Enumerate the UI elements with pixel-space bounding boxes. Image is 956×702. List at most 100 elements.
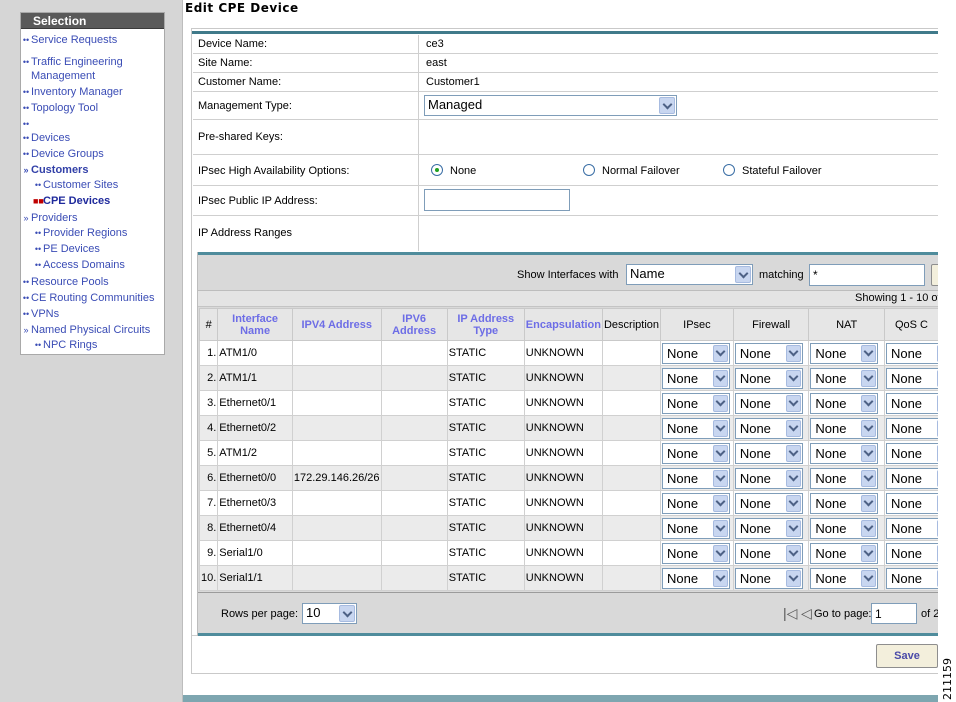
firewall-cell: None: [732, 565, 810, 591]
sidebar-item[interactable]: •• Provider Regions: [21, 226, 128, 240]
ipsec-select[interactable]: None: [662, 392, 731, 414]
nat-select[interactable]: None: [810, 492, 879, 514]
sidebar-item[interactable]: •• Customer Sites: [21, 178, 118, 192]
save-button[interactable]: Save: [876, 644, 938, 668]
nat-select[interactable]: None: [810, 342, 879, 364]
sidebar-item[interactable]: •• Inventory Manager: [21, 85, 123, 99]
col-encapsulation[interactable]: Encapsulation: [523, 308, 603, 341]
ipsec-public-ip-input[interactable]: [424, 189, 570, 211]
ipsec-select[interactable]: None: [662, 442, 731, 464]
description-cell: [601, 515, 662, 541]
nat-select[interactable]: None: [810, 517, 879, 539]
interfaces-panel: Show Interfaces with Name matching * Sho…: [197, 252, 956, 636]
qos-value: None: [890, 470, 923, 486]
sidebar-item[interactable]: •• Topology Tool: [21, 101, 98, 115]
management-type-select[interactable]: Managed: [424, 95, 677, 116]
firewall-select[interactable]: None: [734, 417, 803, 439]
firewall-select[interactable]: None: [734, 567, 803, 589]
radio-normal-failover[interactable]: [583, 164, 595, 176]
nat-value: None: [815, 345, 847, 361]
sidebar-item[interactable]: Management: [21, 69, 95, 83]
firewall-select[interactable]: None: [734, 392, 803, 414]
ipsec-select[interactable]: None: [662, 492, 731, 514]
bullet-icon: ••: [22, 103, 30, 113]
chevron-down-icon: [861, 544, 877, 562]
sidebar-item[interactable]: •• Traffic Engineering: [21, 55, 123, 69]
ipsec-select[interactable]: None: [662, 517, 731, 539]
nat-value: None: [815, 545, 847, 561]
sidebar-item[interactable]: ■■CPE Devices: [21, 194, 110, 208]
encapsulation-cell: UNKNOWN: [523, 440, 603, 466]
sidebar-item[interactable]: •• Access Domains: [21, 258, 125, 272]
sidebar-item[interactable]: » Customers: [21, 163, 88, 177]
table-row: 3. Ethernet0/1 STATIC UNKNOWN None None None No…: [198, 390, 956, 416]
sidebar-item[interactable]: •• Resource Pools: [21, 275, 109, 289]
firewall-select[interactable]: None: [734, 492, 803, 514]
expand-arrow-icon: »: [23, 213, 29, 223]
firewall-cell: None: [732, 490, 810, 516]
ipsec-select[interactable]: None: [662, 542, 731, 564]
bullet-icon: ••: [34, 244, 42, 254]
sidebar-item[interactable]: •• NPC Rings: [21, 338, 98, 352]
col-interface-name[interactable]: Interface Name: [217, 308, 293, 341]
nat-select[interactable]: None: [810, 417, 879, 439]
ipv6-address-cell: [380, 440, 448, 466]
first-page-icon[interactable]: |◁: [783, 605, 797, 622]
sidebar-item[interactable]: •• VPNs: [21, 307, 59, 321]
sidebar-item[interactable]: » Providers: [21, 211, 77, 225]
sidebar-item[interactable]: •• PE Devices: [21, 242, 100, 256]
sidebar-item[interactable]: » Named Physical Circuits: [21, 323, 150, 337]
sidebar-item[interactable]: •• Service Requests: [21, 33, 117, 47]
col-ip-type[interactable]: IP Address Type: [446, 308, 525, 341]
firewall-select[interactable]: None: [734, 542, 803, 564]
encapsulation-cell: UNKNOWN: [523, 390, 603, 416]
ipsec-value: None: [667, 520, 699, 536]
ipsec-ha-row: IPsec High Availability Options: None No…: [193, 155, 956, 186]
ipsec-select[interactable]: None: [662, 417, 731, 439]
sidebar-item-label: Named Physical Circuits: [31, 324, 151, 336]
sidebar-item[interactable]: •• Devices: [21, 131, 70, 145]
col-ipv4[interactable]: IPV4 Address: [291, 308, 382, 341]
device-name-value: ce3: [426, 38, 444, 50]
firewall-value: None: [739, 445, 771, 461]
nat-select[interactable]: None: [810, 567, 879, 589]
ipv4-address-cell: [291, 540, 382, 566]
firewall-select[interactable]: None: [734, 517, 803, 539]
nat-select[interactable]: None: [810, 467, 879, 489]
col-ipv6[interactable]: IPV6 Address: [380, 308, 448, 341]
ipv4-address-cell: [291, 565, 382, 591]
preshared-keys-row: Pre-shared Keys:: [193, 120, 956, 155]
ipsec-select[interactable]: None: [662, 342, 731, 364]
firewall-select[interactable]: None: [734, 467, 803, 489]
prev-page-icon[interactable]: ◁: [801, 605, 812, 622]
ipv4-address-cell: 172.29.146.26/26: [291, 465, 382, 491]
site-name-row: Site Name: east: [193, 54, 956, 73]
nat-select[interactable]: None: [810, 542, 879, 564]
matching-input[interactable]: *: [809, 264, 925, 286]
firewall-select[interactable]: None: [734, 367, 803, 389]
sidebar-item[interactable]: •• Device Groups: [21, 147, 104, 161]
radio-none[interactable]: [431, 164, 443, 176]
firewall-value: None: [739, 420, 771, 436]
ipsec-select[interactable]: None: [662, 467, 731, 489]
matching-value: *: [813, 268, 818, 282]
firewall-select[interactable]: None: [734, 442, 803, 464]
ip-address-type-cell: STATIC: [446, 515, 525, 541]
preshared-keys-label: Pre-shared Keys:: [198, 131, 283, 143]
nat-select[interactable]: None: [810, 442, 879, 464]
rows-per-page-select[interactable]: 10: [302, 603, 357, 624]
nat-select[interactable]: None: [810, 392, 879, 414]
row-number-cell: 3.: [198, 390, 219, 416]
description-cell: [601, 340, 662, 366]
encapsulation-cell: UNKNOWN: [523, 515, 603, 541]
sidebar-item[interactable]: •• CE Routing Communities: [21, 291, 155, 305]
ipsec-select[interactable]: None: [662, 367, 731, 389]
radio-stateful-failover[interactable]: [723, 164, 735, 176]
firewall-select[interactable]: None: [734, 342, 803, 364]
filter-field-select[interactable]: Name: [626, 264, 753, 285]
table-row: 2. ATM1/1 STATIC UNKNOWN None None None None: [198, 365, 956, 391]
ipsec-select[interactable]: None: [662, 567, 731, 589]
firewall-value: None: [739, 520, 771, 536]
nat-select[interactable]: None: [810, 367, 879, 389]
go-to-page-input[interactable]: 1: [871, 603, 917, 624]
